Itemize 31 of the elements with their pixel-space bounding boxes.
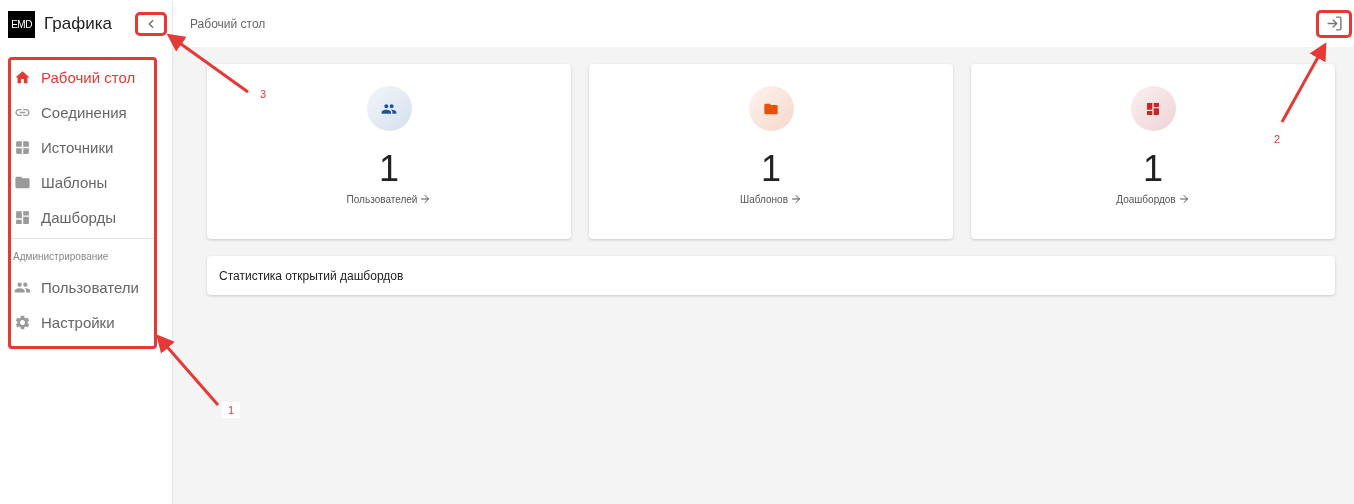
annotation-number: 1 <box>222 402 241 418</box>
dashboard-icon <box>1145 100 1161 117</box>
logout-button[interactable] <box>1316 9 1352 38</box>
arrow-right-icon <box>789 193 802 205</box>
stat-value: 1 <box>379 149 399 189</box>
nav-item[interactable]: Пользователи <box>11 270 154 305</box>
arrow-right-icon <box>419 193 432 205</box>
card-link[interactable]: Пользователей <box>346 193 432 205</box>
collapse-button[interactable] <box>135 12 167 36</box>
nav-item[interactable]: Настройки <box>11 305 154 340</box>
nav-item[interactable]: Дашборды <box>11 200 154 235</box>
app-title: Графика <box>44 14 113 34</box>
nav-item[interactable]: Источники <box>11 130 154 165</box>
nav-item[interactable]: Соединения <box>11 95 154 130</box>
card-link[interactable]: Шаблонов <box>740 193 802 205</box>
logout-icon <box>1325 15 1343 32</box>
folder-icon <box>14 174 31 191</box>
nav-item[interactable]: Рабочий стол <box>11 60 154 95</box>
nav-item[interactable]: Шаблоны <box>11 165 154 200</box>
stats-panel: Статистика открытий дашбордов <box>207 256 1335 295</box>
arrow-right-icon <box>1177 193 1190 205</box>
settings-icon <box>14 314 31 331</box>
card-link[interactable]: Доашбордов <box>1116 193 1190 205</box>
grid-icon <box>14 139 31 156</box>
breadcrumb: Рабочий стол <box>190 16 266 31</box>
home-icon <box>14 69 31 86</box>
section-title: Администрирование <box>12 250 110 264</box>
logo: EMD <box>8 10 35 38</box>
stat-value: 1 <box>1143 149 1163 189</box>
stat-value: 1 <box>761 149 781 189</box>
dashboard-icon <box>14 209 31 226</box>
